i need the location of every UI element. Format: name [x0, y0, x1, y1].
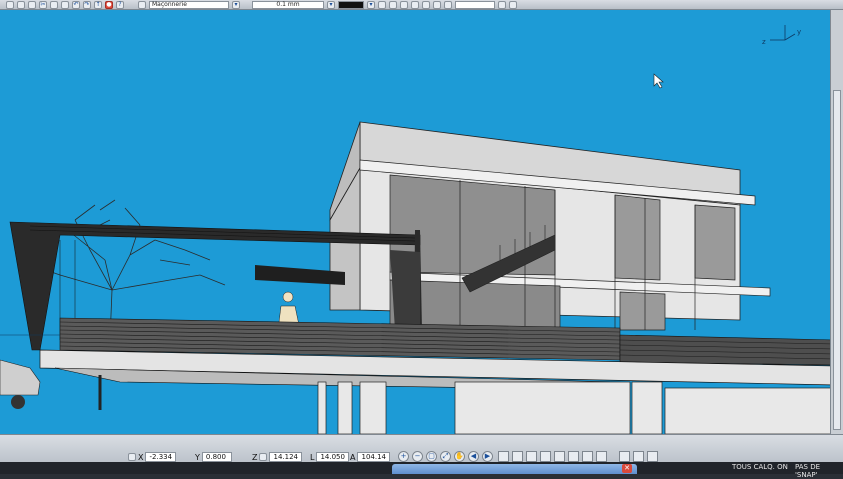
lower-columns — [317, 381, 830, 434]
axis-gizmo — [770, 25, 796, 41]
layers-status: TOUS CALQ. ON — [732, 463, 788, 471]
tool-icon-5[interactable] — [422, 0, 430, 9]
new-file-button[interactable] — [6, 0, 14, 9]
mouse-cursor — [653, 73, 664, 89]
coord-z-lock-icon[interactable] — [259, 453, 268, 461]
coord-z: Z 14.124 — [252, 452, 302, 462]
tool-icon-7[interactable] — [444, 0, 452, 9]
color-dropdown-icon[interactable]: ▾ — [367, 0, 375, 9]
wireframe-icon[interactable] — [647, 451, 658, 462]
help-icon[interactable]: ? — [116, 0, 124, 9]
coord-x-label: X — [138, 452, 144, 462]
view-front-icon[interactable] — [498, 451, 509, 462]
task-window-tab[interactable] — [392, 464, 637, 474]
glazing-upper-2 — [614, 194, 661, 281]
coordinate-bar: X -2.334 Y 0.800 Z 14.124 L 14.050 A 104… — [0, 434, 843, 462]
main-toolbar: ✂ ↶ ↷ ↑ ● ? Maçonnerie ▾ 0.1 mm ▾ ▾ — [0, 0, 843, 10]
glazing-lower-2 — [619, 291, 666, 331]
tool-icon-6[interactable] — [433, 0, 441, 9]
zoom-extents-icon[interactable]: ⤢ — [440, 451, 451, 462]
coord-l: L 14.050 — [310, 452, 349, 462]
tool-icon-2[interactable] — [389, 0, 397, 9]
zoom-out-icon[interactable]: − — [412, 451, 423, 462]
layer-dropdown-icon[interactable]: ▾ — [232, 0, 240, 9]
scale-select[interactable] — [455, 0, 495, 9]
tool-icon-4[interactable] — [411, 0, 419, 9]
3d-viewport[interactable]: z y — [0, 10, 830, 434]
pan-icon[interactable]: ✋ — [454, 451, 465, 462]
view-bottom-icon[interactable] — [568, 451, 579, 462]
paste-button[interactable] — [61, 0, 69, 9]
stop-icon[interactable]: ● — [105, 0, 113, 9]
building-render: z y — [0, 25, 830, 434]
cut-button[interactable]: ✂ — [39, 0, 47, 9]
tool-icon-8[interactable] — [498, 0, 506, 9]
coord-a-label: A — [350, 452, 356, 462]
coord-lock-icon[interactable] — [128, 453, 136, 461]
copy-button[interactable] — [50, 0, 58, 9]
car — [0, 359, 41, 409]
view-top-icon[interactable] — [554, 451, 565, 462]
close-icon[interactable]: ✕ — [622, 464, 632, 473]
tool-icon-3[interactable] — [400, 0, 408, 9]
open-file-button[interactable] — [17, 0, 25, 9]
tool-icon-1[interactable] — [378, 0, 386, 9]
layer-select[interactable]: Maçonnerie — [149, 0, 229, 9]
vertical-scrollbar-thumb[interactable] — [833, 90, 841, 430]
rotate-left-icon[interactable]: ◀ — [468, 451, 479, 462]
undo-icon[interactable]: ↶ — [72, 0, 80, 9]
view-buttons — [498, 451, 658, 462]
coord-a-field[interactable]: 104.14 — [357, 452, 390, 462]
up-arrow-icon[interactable]: ↑ — [94, 0, 102, 9]
view-left-icon[interactable] — [526, 451, 537, 462]
coord-x-field[interactable]: -2.334 — [145, 452, 177, 462]
save-file-button[interactable] — [28, 0, 36, 9]
coord-l-label: L — [310, 452, 315, 462]
rotate-right-icon[interactable]: ▶ — [482, 451, 493, 462]
taskbar: ✕ — [0, 462, 843, 474]
view-perspective-icon[interactable] — [596, 451, 607, 462]
view-iso-icon[interactable] — [582, 451, 593, 462]
coord-y-field[interactable]: 0.800 — [201, 452, 232, 462]
pen-width-dropdown-icon[interactable]: ▾ — [327, 0, 335, 9]
axis-z-label: z — [762, 38, 766, 46]
zoom-window-icon[interactable]: ▢ — [426, 451, 437, 462]
coord-y-label: Y — [195, 452, 200, 462]
navigation-buttons: + − ▢ ⤢ ✋ ◀ ▶ — [398, 451, 493, 462]
view-back-icon[interactable] — [512, 451, 523, 462]
coord-z-label: Z — [252, 452, 258, 462]
shade-icon[interactable] — [633, 451, 644, 462]
view-right-icon[interactable] — [540, 451, 551, 462]
railing-extension — [619, 334, 830, 366]
zoom-in-icon[interactable]: + — [398, 451, 409, 462]
coord-a: A 104.14 — [350, 452, 390, 462]
pen-color-swatch[interactable] — [338, 0, 364, 9]
layer-icon[interactable] — [138, 0, 146, 9]
coord-l-field[interactable]: 14.050 — [316, 452, 349, 462]
axis-y-label: y — [797, 28, 801, 36]
coord-y: Y 0.800 — [195, 452, 232, 462]
vertical-scrollbar[interactable] — [830, 10, 843, 434]
redo-icon[interactable]: ↷ — [83, 0, 91, 9]
render-icon[interactable] — [619, 451, 630, 462]
coord-z-field[interactable]: 14.124 — [269, 452, 302, 462]
glazing-upper-3 — [694, 204, 736, 281]
pen-width-select[interactable]: 0.1 mm — [252, 0, 324, 9]
snap-status: PAS DE 'SNAP' — [795, 463, 821, 479]
tool-icon-9[interactable] — [509, 0, 517, 9]
coord-x: X -2.334 — [128, 452, 177, 462]
